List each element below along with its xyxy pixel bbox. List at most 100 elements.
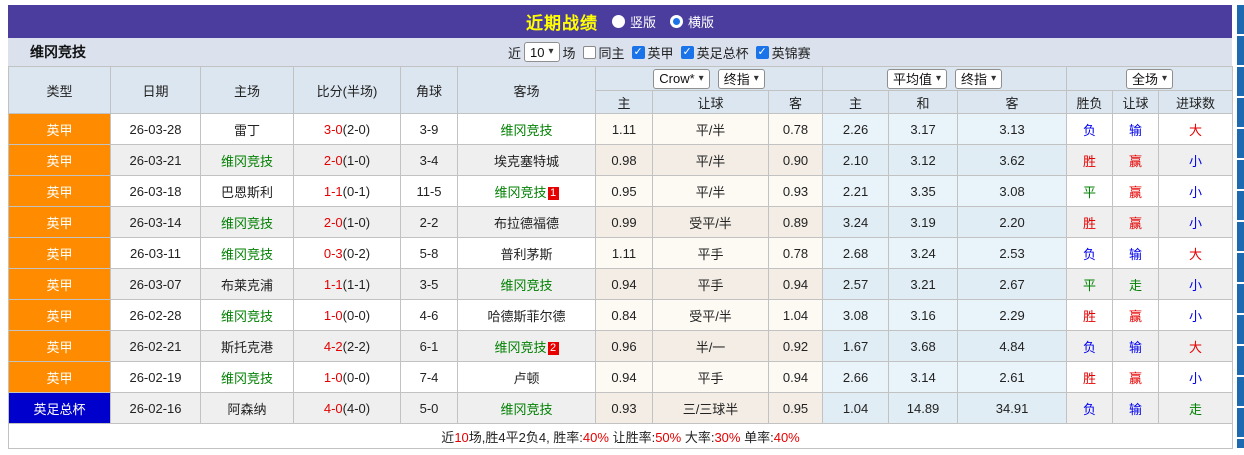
crow-home-odds-cell: 0.99 <box>595 206 653 238</box>
avg-draw-odds-cell: 14.89 <box>888 392 959 424</box>
odds-stage-select-1-value: 终指 <box>723 72 750 87</box>
radio-horizontal-label: 横版 <box>688 15 715 30</box>
crow-home-odds-cell: 0.93 <box>595 392 653 424</box>
corner-cell: 11-5 <box>400 175 458 207</box>
avg-home-odds-cell: 2.66 <box>822 361 890 393</box>
group-header-bookmaker: Crow* ▾ 终指 ▾ <box>594 66 824 91</box>
avg-away-odds-cell: 2.20 <box>957 206 1068 238</box>
crow-handicap-cell: 受平/半 <box>652 206 769 238</box>
sub-header-avg-draw: 和 <box>888 90 959 114</box>
table-row: 英甲 26-02-19 维冈竞技 1-0(0-0) 7-4 卢顿 0.94 平手 0.94 2.6… <box>8 361 1234 393</box>
handicap-result-cell: 赢 <box>1112 361 1160 393</box>
avg-away-odds-cell: 3.08 <box>957 175 1068 207</box>
sub-header-avg-home: 主 <box>822 90 890 114</box>
avg-away-odds-cell: 2.29 <box>957 299 1068 331</box>
handicap-result-cell: 输 <box>1112 113 1160 145</box>
filter-controls: 近 10 ▾ 场 同主 ✓ 英甲 ✓ 英足总杯 ✓ 英锦赛 <box>508 38 811 66</box>
match-count-select[interactable]: 10 ▾ <box>524 42 560 62</box>
winlose-result-cell: 负 <box>1066 237 1114 269</box>
goals-result-cell: 小 <box>1158 206 1234 238</box>
crow-handicap-cell: 平手 <box>652 237 769 269</box>
date-cell: 26-02-16 <box>110 392 201 424</box>
checkbox-same-home-label[interactable]: 同主 <box>599 43 625 62</box>
checkbox-icon[interactable]: ✓ <box>631 45 645 59</box>
away-team-cell: 哈德斯菲尔德 <box>457 299 596 331</box>
sub-header-goals: 进球数 <box>1158 90 1234 114</box>
chevron-down-icon: ▾ <box>548 46 554 57</box>
avg-away-odds-cell: 3.62 <box>957 144 1068 176</box>
avg-draw-odds-cell: 3.17 <box>888 113 959 145</box>
checkbox-efl-trophy-label[interactable]: 英锦赛 <box>772 43 811 62</box>
date-cell: 26-03-07 <box>110 268 201 300</box>
date-cell: 26-03-18 <box>110 175 201 207</box>
winlose-result-cell: 胜 <box>1066 144 1114 176</box>
sub-header-crow-away: 客 <box>767 90 824 114</box>
halftime-score: (2-0) <box>342 121 371 137</box>
date-cell: 26-02-21 <box>110 330 201 362</box>
col-header-corners: 角球 <box>400 66 458 114</box>
bookmaker-select[interactable]: Crow* ▾ <box>653 68 710 89</box>
goals-result-cell: 小 <box>1158 299 1234 331</box>
away-team-name: 普利茅斯 <box>500 246 553 262</box>
sub-header-avg-away: 客 <box>957 90 1068 114</box>
corner-cell: 3-5 <box>400 268 458 300</box>
away-team-cell: 维冈竞技 <box>457 392 596 424</box>
checkbox-same-home[interactable] <box>582 45 596 59</box>
crow-away-odds-cell: 0.89 <box>767 206 824 238</box>
checkbox-league-one-label[interactable]: 英甲 <box>648 43 674 62</box>
summary-text: 近10场,胜4平2负4, 胜率:40% 让胜率:50% 大率:30% 单率:40… <box>441 430 799 445</box>
winlose-result-cell: 负 <box>1066 113 1114 145</box>
table-row: 英甲 26-02-21 斯托克港 4-2(2-2) 6-1 维冈竞技 2 0.96 半/一 0.9… <box>8 330 1234 362</box>
winlose-result-cell: 胜 <box>1066 361 1114 393</box>
checkbox-fa-cup[interactable]: ✓ <box>680 45 694 59</box>
odds-stage-select-1[interactable]: 终指 ▾ <box>717 68 765 89</box>
checkbox-fa-cup-label[interactable]: 英足总杯 <box>697 43 749 62</box>
score-cell: 4-2(2-2) <box>293 330 401 362</box>
odds-stage-select-2[interactable]: 终指 ▾ <box>955 68 1003 89</box>
avg-home-odds-cell: 1.04 <box>822 392 890 424</box>
checkbox-league-one[interactable]: ✓ <box>631 45 645 59</box>
checkbox-icon[interactable]: ✓ <box>680 45 694 59</box>
score-cell: 3-0(2-0) <box>293 113 401 145</box>
league-cell: 英甲 <box>8 330 111 362</box>
winlose-result-cell: 平 <box>1066 268 1114 300</box>
near-label: 近 <box>508 45 522 61</box>
goals-result-cell: 小 <box>1158 361 1234 393</box>
away-team-cell: 卢顿 <box>457 361 596 393</box>
checkbox-icon[interactable]: ✓ <box>755 45 769 59</box>
halftime-score: (1-1) <box>342 276 371 292</box>
summary-segment: 40% <box>582 429 609 445</box>
scope-select[interactable]: 全场 ▾ <box>1126 68 1174 89</box>
date-cell: 26-03-14 <box>110 206 201 238</box>
radio-button-icon[interactable] <box>611 15 625 28</box>
league-cell: 英甲 <box>8 237 111 269</box>
date-cell: 26-02-19 <box>110 361 201 393</box>
checkbox-icon[interactable] <box>582 45 596 59</box>
corner-cell: 3-9 <box>400 113 458 145</box>
fulltime-score: 1-0 <box>323 369 343 385</box>
radio-horizontal-layout[interactable]: 横版 <box>670 12 714 31</box>
away-team-name: 卢顿 <box>513 370 540 386</box>
summary-segment: 10 <box>454 429 469 445</box>
halftime-score: (0-0) <box>342 369 371 385</box>
league-cell: 英足总杯 <box>8 392 111 424</box>
crow-home-odds-cell: 0.94 <box>595 268 653 300</box>
results-body: 英甲 26-03-28 雷丁 3-0(2-0) 3-9 维冈竞技 1.11 平/半 0.78 2.… <box>8 113 1234 424</box>
avg-home-odds-cell: 3.08 <box>822 299 890 331</box>
halftime-score: (4-0) <box>342 400 371 416</box>
average-select[interactable]: 平均值 ▾ <box>887 68 948 89</box>
checkbox-efl-trophy[interactable]: ✓ <box>755 45 769 59</box>
summary-segment: 让胜率: <box>608 429 656 445</box>
winlose-result-cell: 负 <box>1066 330 1114 362</box>
league-cell: 英甲 <box>8 268 111 300</box>
crow-home-odds-cell: 1.11 <box>595 113 653 145</box>
crow-handicap-cell: 平/半 <box>652 144 769 176</box>
radio-vertical-layout[interactable]: 竖版 <box>611 12 656 31</box>
corner-cell: 5-8 <box>400 237 458 269</box>
radio-button-icon[interactable] <box>670 15 683 28</box>
table-row: 英甲 26-03-11 维冈竞技 0-3(0-2) 5-8 普利茅斯 1.11 平手 0.78 2… <box>8 237 1234 269</box>
corner-cell: 3-4 <box>400 144 458 176</box>
sub-header-winlose: 胜负 <box>1066 90 1114 114</box>
games-label: 场 <box>562 45 576 61</box>
avg-home-odds-cell: 2.26 <box>822 113 890 145</box>
